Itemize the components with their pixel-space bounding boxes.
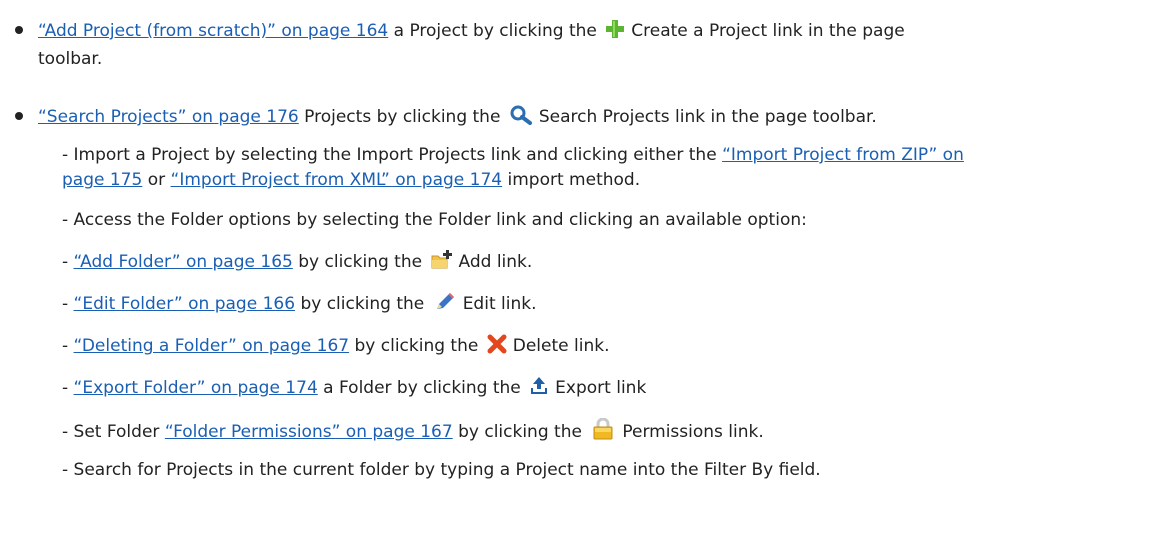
export-folder-link[interactable]: “Export Folder” on page 174 — [74, 378, 318, 398]
add-folder-text-after: Add link. — [458, 252, 533, 272]
dash: - — [62, 294, 69, 314]
export-folder-text: a Folder by clicking the — [323, 378, 521, 398]
document-page: “Add Project (from scratch)” on page 164… — [0, 0, 1165, 560]
add-project-line: “Add Project (from scratch)” on page 164… — [38, 19, 905, 42]
add-folder-link[interactable]: “Add Folder” on page 165 — [74, 252, 293, 272]
import-line: - Import a Project by selecting the Impo… — [62, 144, 964, 166]
padlock-icon — [590, 418, 616, 440]
export-folder-line: - “Export Folder” on page 174 a Folder b… — [62, 376, 646, 399]
access-text: - Access the Folder options by selecting… — [62, 210, 807, 230]
continuation-text: toolbar. — [38, 49, 103, 69]
folder-add-icon — [431, 250, 453, 270]
import-xml-link[interactable]: “Import Project from XML” on page 174 — [171, 170, 503, 190]
export-folder-text-after: Export link — [555, 378, 647, 398]
search-projects-line: “Search Projects” on page 176 Projects b… — [38, 105, 877, 128]
delete-folder-link[interactable]: “Deleting a Folder” on page 167 — [74, 336, 350, 356]
edit-folder-text: by clicking the — [300, 294, 425, 314]
edit-folder-line: - “Edit Folder” on page 166 by clicking … — [62, 292, 536, 315]
delete-folder-line: - “Deleting a Folder” on page 167 by cli… — [62, 334, 609, 357]
import-line-2: page 175 or “Import Project from XML” on… — [62, 169, 640, 191]
dash: - — [62, 378, 69, 398]
permissions-text: by clicking the — [458, 422, 582, 442]
dash: - — [62, 252, 69, 272]
edit-folder-text-after: Edit link. — [462, 294, 537, 314]
pencil-icon — [433, 292, 457, 312]
delete-folder-text: by clicking the — [354, 336, 479, 356]
import-zip-link-cont[interactable]: page 175 — [62, 170, 142, 190]
or-text: or — [147, 170, 166, 190]
search-projects-link[interactable]: “Search Projects” on page 176 — [38, 107, 299, 127]
permissions-line: - Set Folder “Folder Permissions” on pag… — [62, 418, 764, 443]
import-text: - Import a Project by selecting the Impo… — [62, 145, 717, 165]
add-project-text: a Project by clicking the — [393, 21, 597, 41]
magnifier-icon — [509, 105, 533, 125]
add-folder-text: by clicking the — [298, 252, 423, 272]
edit-folder-link[interactable]: “Edit Folder” on page 166 — [74, 294, 295, 314]
add-project-text-after: Create a Project link in the page — [631, 21, 905, 41]
permissions-prefix: - Set Folder — [62, 422, 160, 442]
search-text: - Search for Projects in the current fol… — [62, 460, 821, 480]
add-project-continuation: toolbar. — [38, 48, 102, 70]
green-plus-icon — [605, 19, 625, 39]
search-projects-text-after: Search Projects link in the page toolbar… — [538, 107, 877, 127]
access-line: - Access the Folder options by selecting… — [62, 209, 807, 231]
permissions-text-after: Permissions link. — [622, 422, 764, 442]
import-zip-link[interactable]: “Import Project from ZIP” on — [722, 145, 964, 165]
delete-folder-text-after: Delete link. — [512, 336, 610, 356]
bullet — [15, 112, 23, 120]
add-project-link[interactable]: “Add Project (from scratch)” on page 164 — [38, 21, 388, 41]
folder-permissions-link[interactable]: “Folder Permissions” on page 167 — [165, 422, 453, 442]
dash: - — [62, 336, 69, 356]
export-icon — [529, 376, 549, 396]
red-x-icon — [487, 334, 507, 354]
bullet — [15, 26, 23, 34]
import-method-text: import method. — [507, 170, 641, 190]
search-line: - Search for Projects in the current fol… — [62, 459, 821, 481]
add-folder-line: - “Add Folder” on page 165 by clicking t… — [62, 250, 532, 273]
search-projects-text: Projects by clicking the — [304, 107, 501, 127]
